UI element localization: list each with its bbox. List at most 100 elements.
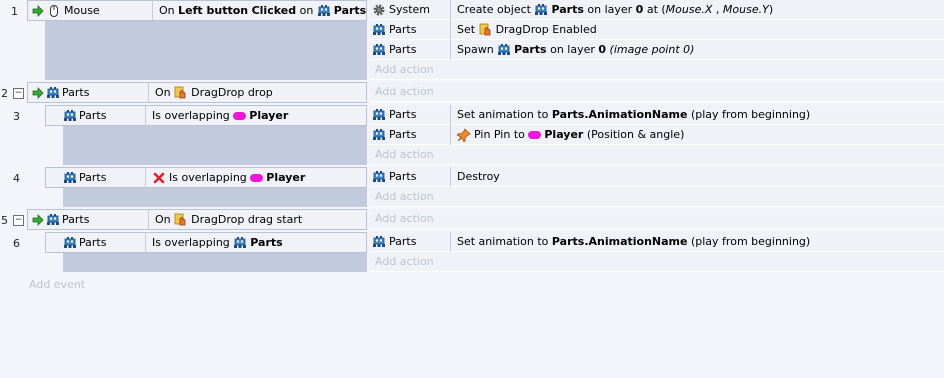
collapse-toggle[interactable]: − — [13, 215, 24, 226]
parts-icon — [534, 3, 548, 17]
add-action-row[interactable]: Add action — [369, 60, 944, 80]
add-action-row[interactable]: Add action — [369, 82, 944, 102]
empty-condition-area — [63, 126, 367, 165]
text-fragment: On — [155, 86, 175, 99]
add-action-link[interactable]: Add action — [375, 190, 434, 203]
action-row[interactable]: System Create object Parts on layer 0 at… — [369, 0, 944, 20]
condition-row[interactable]: Mouse On Left button Clicked on Parts — [27, 0, 367, 21]
dragdrop-icon — [174, 213, 188, 227]
text-fragment: Set animation to — [457, 108, 552, 121]
action-object: Parts — [389, 235, 417, 248]
condition-object: Parts — [62, 86, 90, 99]
add-action-link[interactable]: Add action — [375, 85, 434, 98]
text-fragment: 0 — [635, 3, 644, 16]
action-object: Parts — [389, 108, 417, 121]
parts-icon — [372, 23, 386, 37]
column-divider — [450, 231, 451, 252]
parts-icon — [63, 236, 77, 250]
arrow-right-icon — [31, 213, 45, 227]
text-fragment: Is overlapping — [169, 171, 251, 184]
condition-row[interactable]: Parts On DragDrop drop — [27, 82, 367, 103]
text-fragment: on layer — [583, 3, 636, 16]
action-object: Parts — [389, 128, 417, 141]
condition-object: Parts — [79, 236, 107, 249]
dragdrop-icon — [174, 86, 188, 100]
add-event-link[interactable]: Add event — [29, 278, 85, 291]
text-fragment: Parts — [333, 4, 367, 17]
condition-object: Mouse — [64, 4, 100, 17]
condition-text: On DragDrop drop — [155, 86, 273, 100]
add-action-link[interactable]: Add action — [375, 148, 434, 161]
add-action-row[interactable]: Add action — [369, 209, 944, 229]
action-text: Spawn Parts on layer 0 (image point 0) — [457, 43, 694, 57]
condition-row[interactable]: Parts Is overlapping Parts — [45, 232, 367, 253]
collapse-toggle[interactable]: − — [13, 88, 24, 99]
action-text: Create object Parts on layer 0 at (Mouse… — [457, 3, 773, 17]
condition-row[interactable]: Parts Is overlapping Player — [45, 167, 367, 188]
parts-icon — [372, 108, 386, 122]
condition-row[interactable]: Parts Is overlapping Player — [45, 105, 367, 126]
action-object: System — [389, 3, 431, 16]
text-fragment: (Position & angle) — [583, 128, 685, 141]
add-action-link[interactable]: Add action — [375, 212, 434, 225]
arrow-right-icon — [31, 4, 45, 18]
column-divider — [450, 19, 451, 40]
add-action-link[interactable]: Add action — [375, 63, 434, 76]
text-fragment: DragDrop Enabled — [495, 23, 597, 36]
text-fragment: ) — [768, 3, 774, 16]
add-action-row[interactable]: Add action — [369, 145, 944, 165]
text-fragment: on layer — [546, 43, 599, 56]
text-fragment: Parts — [250, 236, 283, 249]
parts-icon — [233, 236, 247, 250]
parts-icon — [317, 4, 331, 18]
parts-icon — [46, 86, 60, 100]
event-number: 5 — [1, 214, 8, 227]
action-row[interactable]: Parts Destroy — [369, 166, 944, 187]
action-object: Parts — [389, 170, 417, 183]
action-row[interactable]: Parts Set animation to Parts.AnimationNa… — [369, 231, 944, 252]
add-action-row[interactable]: Add action — [369, 187, 944, 207]
action-object: Parts — [389, 23, 417, 36]
action-text: Destroy — [457, 170, 500, 183]
action-text: Set animation to Parts.AnimationName (pl… — [457, 108, 810, 121]
add-action-link[interactable]: Add action — [375, 255, 434, 268]
text-fragment: Create object — [457, 3, 535, 16]
column-divider — [152, 0, 153, 21]
parts-icon — [372, 170, 386, 184]
condition-text: Is overlapping Parts — [152, 236, 283, 250]
text-fragment: Parts — [514, 43, 547, 56]
condition-row[interactable]: Parts On DragDrop drag start — [27, 209, 367, 230]
parts-icon — [372, 235, 386, 249]
text-fragment: On — [155, 213, 175, 226]
arrow-right-icon — [31, 86, 45, 100]
text-fragment: Set — [457, 23, 479, 36]
action-row[interactable]: Parts Set DragDrop Enabled — [369, 19, 944, 40]
add-action-row[interactable]: Add action — [369, 252, 944, 272]
player-icon — [233, 111, 247, 120]
text-fragment: DragDrop drag start — [191, 213, 303, 226]
text-fragment: On — [159, 4, 179, 17]
action-row[interactable]: Parts Set animation to Parts.AnimationNa… — [369, 104, 944, 125]
text-fragment: Player — [249, 109, 289, 122]
mouse-icon — [47, 4, 61, 18]
action-row[interactable]: Parts Spawn Parts on layer 0 (image poin… — [369, 39, 944, 60]
text-fragment: Parts — [551, 3, 584, 16]
column-divider — [148, 82, 149, 103]
text-fragment: Pin Pin to — [474, 128, 529, 141]
text-fragment: Spawn — [457, 43, 498, 56]
text-fragment: , — [712, 3, 723, 16]
empty-condition-area — [63, 188, 367, 207]
text-fragment: Mouse.Y — [722, 3, 769, 16]
column-divider — [145, 105, 146, 126]
parts-icon — [46, 213, 60, 227]
condition-text: On Left button Clicked on Parts — [159, 4, 366, 18]
text-fragment: Clicked — [251, 4, 297, 17]
text-fragment: Left button — [178, 4, 249, 17]
action-row[interactable]: Parts Pin Pin to Player (Position & angl… — [369, 124, 944, 145]
condition-text: On DragDrop drag start — [155, 213, 302, 227]
column-divider — [145, 167, 146, 188]
action-text: Set animation to Parts.AnimationName (pl… — [457, 235, 810, 248]
text-fragment: (play from beginning) — [687, 235, 811, 248]
parts-icon — [63, 109, 77, 123]
player-icon — [528, 130, 542, 139]
